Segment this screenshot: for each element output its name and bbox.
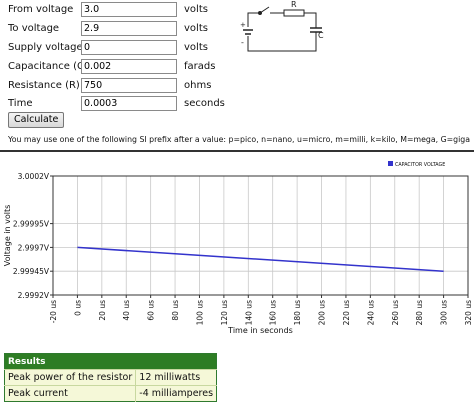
x-tick-label: 160 us: [269, 300, 278, 325]
x-tick-label: 80 us: [171, 300, 180, 321]
to-voltage-input[interactable]: [81, 21, 177, 36]
results-title: Results: [4, 353, 217, 370]
resistance-unit: ohms: [184, 80, 212, 91]
x-tick-label: 300 us: [440, 300, 449, 325]
y-tick-label: 2.9997V: [18, 243, 50, 252]
x-tick-label: 0 us: [73, 300, 82, 316]
from-voltage-input[interactable]: [81, 2, 177, 17]
result-row: Peak current -4 milliamperes: [4, 385, 217, 402]
to-voltage-row: To voltage volts: [0, 19, 240, 38]
circuit-wire: [304, 12, 317, 28]
rc-circuit-diagram: R C + -: [240, 0, 324, 52]
capacitance-unit: farads: [184, 61, 216, 72]
y-tick-label: 2.99945V: [13, 267, 50, 276]
resistance-row: Resistance (R) ohms: [0, 76, 240, 95]
to-voltage-unit: volts: [184, 23, 208, 34]
y-axis-label: Voltage in volts: [3, 205, 12, 267]
x-tick-label: -20 us: [49, 300, 58, 323]
battery-plus-label: +: [240, 21, 246, 29]
circuit-wire: [247, 12, 260, 27]
series-line-capacitor-voltage: [77, 246, 444, 272]
plot-area: [52, 175, 469, 296]
x-tick-label: 260 us: [391, 300, 400, 325]
si-prefix-note: You may use one of the following SI pref…: [8, 135, 471, 144]
x-tick-label: 180 us: [293, 300, 302, 325]
resistance-label: Resistance (R): [8, 80, 80, 91]
capacitance-row: Capacitance (C) farads: [0, 57, 240, 76]
y-tick-label: 3.0002V: [18, 172, 50, 181]
x-tick-label: 320 us: [464, 300, 473, 325]
from-voltage-row: From voltage volts: [0, 0, 240, 19]
results-table: Results Peak power of the resistor 12 mi…: [4, 353, 218, 402]
x-tick-label: 220 us: [342, 300, 351, 325]
x-tick-label: 60 us: [147, 300, 156, 321]
resistor-icon: [283, 9, 305, 17]
x-tick-label: 240 us: [366, 300, 375, 325]
x-tick-label: 100 us: [195, 300, 204, 325]
resistor-label: R: [291, 0, 297, 9]
resistance-input[interactable]: [81, 78, 177, 93]
x-tick-label: 280 us: [415, 300, 424, 325]
section-divider: [0, 150, 474, 152]
capacitor-label: C: [318, 31, 324, 40]
x-tick-label: 200 us: [318, 300, 327, 325]
supply-voltage-input[interactable]: [81, 40, 177, 55]
supply-voltage-row: Supply voltage volts: [0, 38, 240, 57]
from-voltage-unit: volts: [184, 4, 208, 15]
x-axis-label: Time in seconds: [227, 326, 293, 335]
supply-voltage-label: Supply voltage: [8, 42, 83, 53]
capacitor-voltage-chart: 2.9992V 2.99945V 2.9997V 2.99995V 3.0002V -2…: [3, 161, 473, 335]
legend-swatch: [388, 161, 393, 166]
supply-voltage-unit: volts: [184, 42, 208, 53]
result-label: Peak power of the resistor: [4, 369, 136, 386]
from-voltage-label: From voltage: [8, 4, 74, 15]
time-unit: seconds: [184, 98, 225, 109]
x-tick-label: 20 us: [98, 300, 107, 321]
time-row: Time seconds: [0, 94, 240, 113]
x-tick-label: 140 us: [244, 300, 253, 325]
time-label: Time: [8, 98, 33, 109]
x-tick-label: 40 us: [122, 300, 131, 321]
calculate-button[interactable]: Calculate: [8, 112, 65, 128]
y-tick-label: 2.99995V: [13, 220, 50, 229]
time-input[interactable]: [81, 96, 177, 111]
result-value: 12 milliwatts: [135, 369, 217, 386]
result-value: -4 milliamperes: [135, 385, 217, 402]
capacitance-label: Capacitance (C): [8, 61, 88, 72]
to-voltage-label: To voltage: [8, 23, 60, 34]
result-row: Peak power of the resistor 12 milliwatts: [4, 369, 217, 386]
circuit-wire: [247, 32, 317, 52]
battery-minus-label: -: [241, 38, 244, 47]
capacitance-input[interactable]: [81, 59, 177, 74]
legend-label: CAPACITOR VOLTAGE: [395, 162, 445, 168]
result-label: Peak current: [4, 385, 136, 402]
y-tick-label: 2.9992V: [18, 291, 50, 300]
x-tick-label: 120 us: [220, 300, 229, 325]
